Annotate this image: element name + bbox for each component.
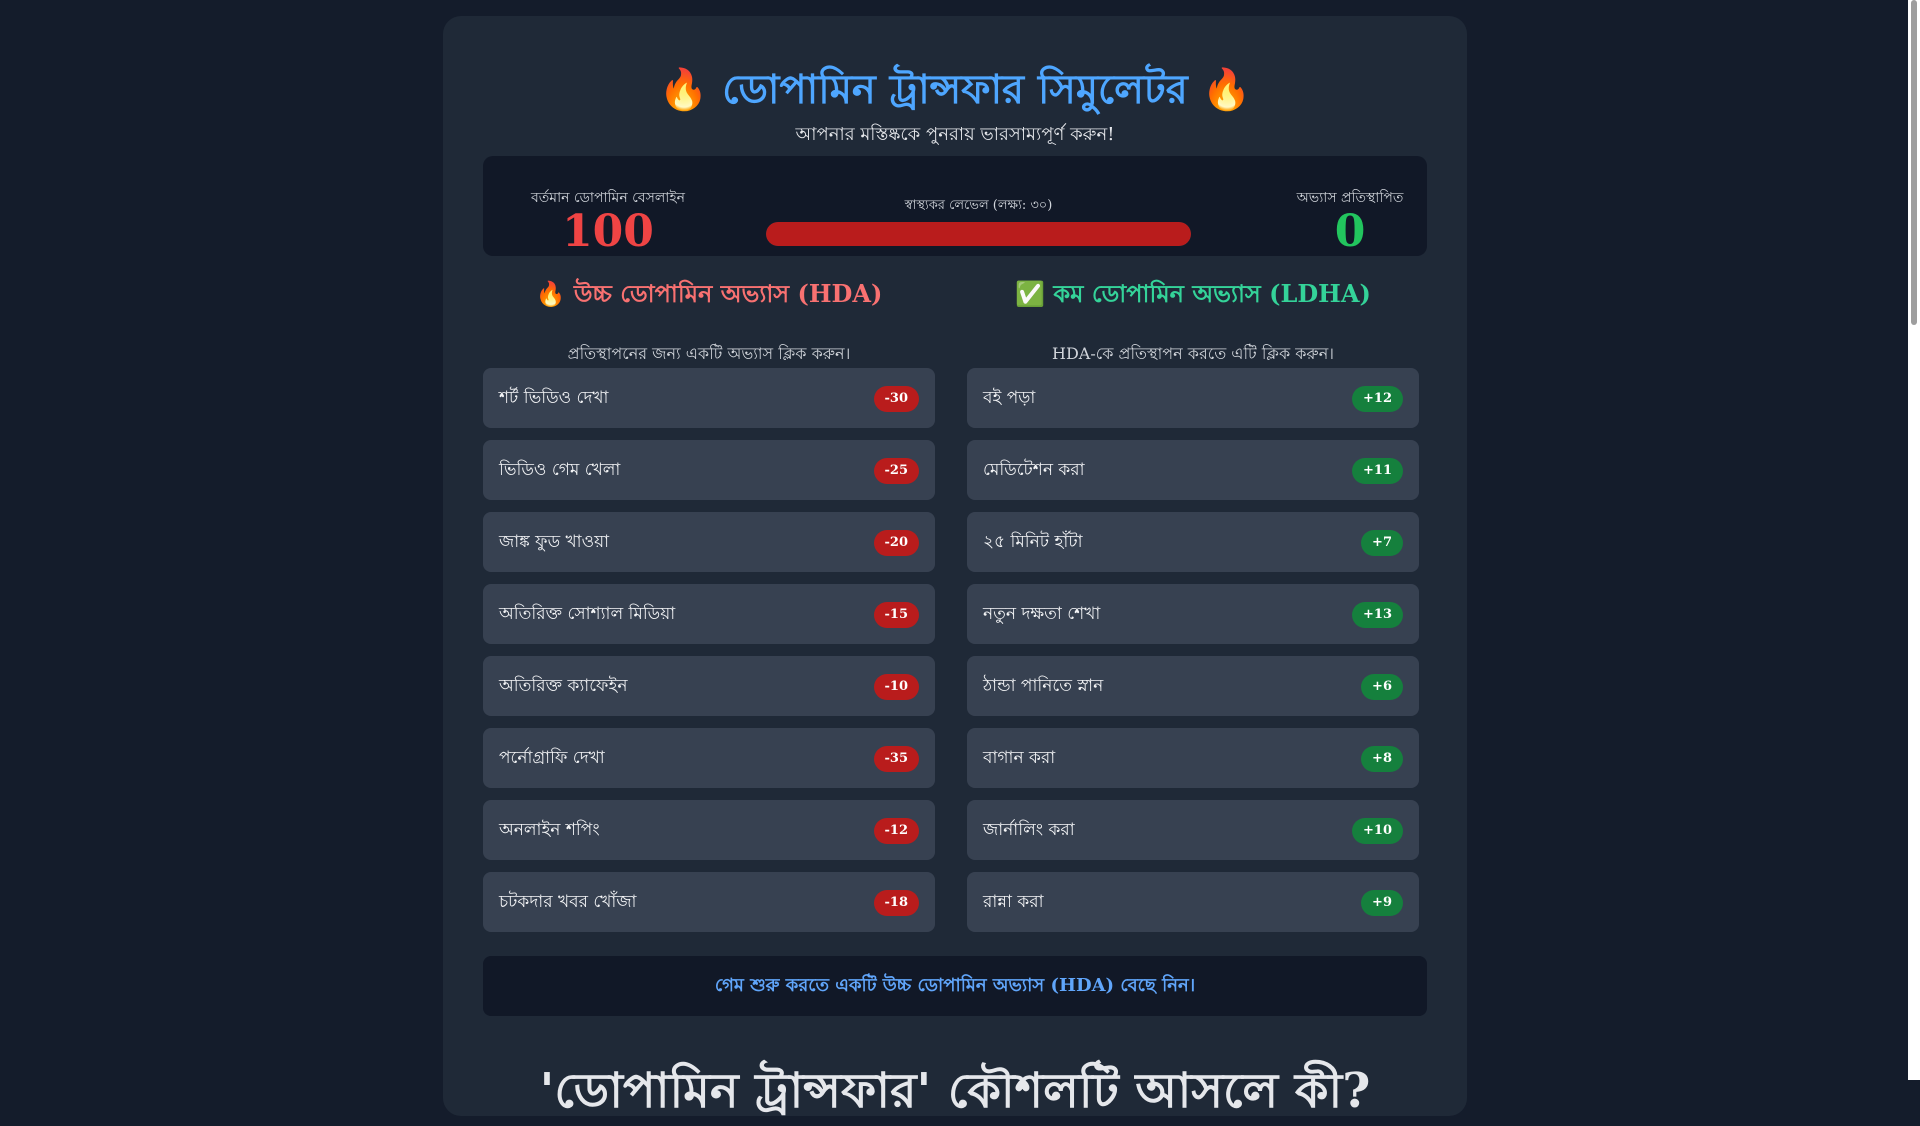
hda-habit-item[interactable]: জাঙ্ক ফুড খাওয়া -20 [483, 512, 935, 572]
hda-habit-item[interactable]: অতিরিক্ত সোশ্যাল মিডিয়া -15 [483, 584, 935, 644]
habit-label: পর্নোগ্রাফি দেখা [499, 748, 605, 768]
habit-value-badge: -12 [873, 818, 919, 844]
section-heading: 'ডোপামিন ট্রান্সফার' কৌশলটি আসলে কী? [539, 1063, 1371, 1119]
hda-habit-item[interactable]: চটকদার খবর খোঁজা -18 [483, 872, 935, 932]
habit-label: অতিরিক্ত সোশ্যাল মিডিয়া [499, 604, 676, 624]
habit-value-badge: -30 [873, 386, 919, 412]
page-scrollbar[interactable] [1908, 0, 1920, 1080]
hda-habit-item[interactable]: শর্ট ভিডিও দেখা -30 [483, 368, 935, 428]
habit-label: শর্ট ভিডিও দেখা [499, 388, 609, 408]
ldha-habit-item[interactable]: বাগান করা +8 [967, 728, 1419, 788]
page-subtitle: আপনার মস্তিষ্ককে পুনরায় ভারসাম্যপূর্ণ ক… [795, 124, 1115, 145]
habit-value-badge: -35 [873, 746, 919, 772]
habit-label: রান্না করা [983, 892, 1044, 912]
habit-value-badge: +13 [1352, 602, 1403, 628]
ldha-habit-item[interactable]: রান্না করা +9 [967, 872, 1419, 932]
habit-value-badge: +12 [1352, 386, 1403, 412]
hda-habit-item[interactable]: ভিডিও গেম খেলা -25 [483, 440, 935, 500]
game-status-message: গেম শুরু করতে একটি উচ্চ ডোপামিন অভ্যাস (… [483, 956, 1427, 1016]
ldha-habit-item[interactable]: বই পড়া +12 [967, 368, 1419, 428]
hda-habit-item[interactable]: পর্নোগ্রাফি দেখা -35 [483, 728, 935, 788]
simulator-card: 🔥 ডোপামিন ট্রান্সফার সিমুলেটর 🔥 আপনার মস… [443, 16, 1467, 1119]
hda-instruction: প্রতিস্থাপনের জন্য একটি অভ্যাস ক্লিক করু… [567, 344, 851, 363]
hda-habit-item[interactable]: অতিরিক্ত ক্যাফেইন -10 [483, 656, 935, 716]
habit-label: জার্নালিং করা [983, 820, 1075, 840]
ldha-habit-item[interactable]: মেডিটেশন করা +11 [967, 440, 1419, 500]
habit-value-badge: -15 [873, 602, 919, 628]
habit-value-badge: +11 [1352, 458, 1403, 484]
habit-label: মেডিটেশন করা [983, 460, 1085, 480]
habit-label: অতিরিক্ত ক্যাফেইন [499, 676, 628, 696]
habit-value-badge: -25 [873, 458, 919, 484]
ldha-habit-item[interactable]: ২৫ মিনিট হাঁটা +7 [967, 512, 1419, 572]
baseline-value: 100 [562, 206, 654, 257]
habit-value-badge: +8 [1361, 746, 1403, 772]
habit-label: বাগান করা [983, 748, 1056, 768]
habit-value-badge: -20 [873, 530, 919, 556]
habit-label: নতুন দক্ষতা শেখা [983, 604, 1101, 624]
hda-habit-item[interactable]: অনলাইন শপিং -12 [483, 800, 935, 860]
habit-label: ২৫ মিনিট হাঁটা [983, 532, 1083, 552]
habit-value-badge: +7 [1361, 530, 1403, 556]
habit-value-badge: +6 [1361, 674, 1403, 700]
habit-label: ঠান্ডা পানিতে স্নান [983, 676, 1104, 696]
health-progress-fill [766, 222, 1191, 246]
ldha-habit-item[interactable]: জার্নালিং করা +10 [967, 800, 1419, 860]
scrollbar-thumb[interactable] [1911, 0, 1917, 325]
habit-label: অনলাইন শপিং [499, 820, 600, 840]
habit-label: জাঙ্ক ফুড খাওয়া [499, 532, 610, 552]
hda-list: শর্ট ভিডিও দেখা -30 ভিডিও গেম খেলা -25 জাঙ্ক… [483, 368, 935, 944]
habit-value-badge: +9 [1361, 890, 1403, 916]
ldha-list: বই পড়া +12 মেডিটেশন করা +11 ২৫ মিনিট হাঁটা +… [967, 368, 1419, 944]
stats-panel: বর্তমান ডোপামিন বেসলাইন 100 স্বাস্থ্যকর … [483, 156, 1427, 257]
habit-label: বই পড়া [983, 388, 1036, 408]
habit-label: চটকদার খবর খোঁজা [499, 892, 637, 912]
page-title: 🔥 ডোপামিন ট্রান্সফার সিমুলেটর 🔥 [658, 66, 1252, 113]
ldha-habit-item[interactable]: নতুন দক্ষতা শেখা +13 [967, 584, 1419, 644]
habits-replaced-value: 0 [1334, 206, 1366, 257]
health-level-label: স্বাস্থ্যকর লেভেল (লক্ষ্য: ৩০) [904, 198, 1053, 213]
ldha-instruction: HDA-কে প্রতিস্থাপন করতে এটি ক্লিক করুন। [1052, 344, 1334, 363]
ldha-habit-item[interactable]: ঠান্ডা পানিতে স্নান +6 [967, 656, 1419, 716]
ldha-heading: ✅ কম ডোপামিন অভ্যাস (LDHA) [1015, 279, 1371, 308]
habit-label: ভিডিও গেম খেলা [499, 460, 621, 480]
habit-value-badge: -18 [873, 890, 919, 916]
habit-value-badge: -10 [873, 674, 919, 700]
habit-value-badge: +10 [1352, 818, 1403, 844]
hda-heading: 🔥 উচ্চ ডোপামিন অভ্যাস (HDA) [535, 279, 883, 308]
health-progress-bar [766, 222, 1191, 246]
